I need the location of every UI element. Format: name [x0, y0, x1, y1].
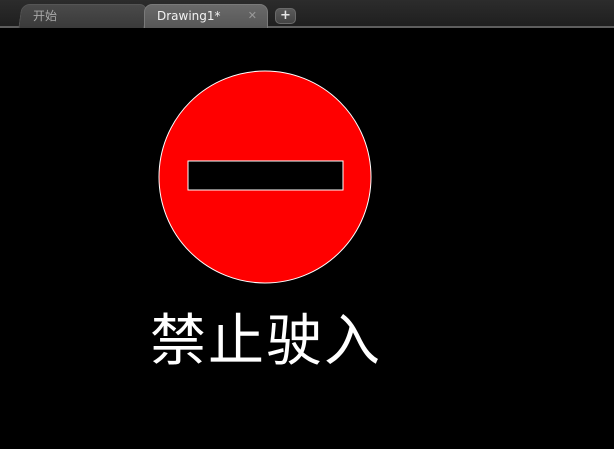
- cad-application-window: 开始 Drawing1* ✕ + 禁止驶入: [0, 0, 614, 449]
- tab-start-label: 开始: [33, 9, 58, 23]
- tab-drawing1-label: Drawing1*: [157, 9, 221, 23]
- plus-icon: +: [280, 8, 291, 23]
- sign-bar: [187, 160, 344, 191]
- tab-drawing1[interactable]: Drawing1* ✕: [144, 4, 268, 28]
- sign-caption: 禁止驶入: [150, 309, 382, 374]
- tab-start[interactable]: 开始: [18, 4, 148, 28]
- no-entry-sign: [158, 70, 372, 284]
- document-tab-bar: 开始 Drawing1* ✕ +: [0, 0, 614, 28]
- close-icon[interactable]: ✕: [248, 5, 257, 27]
- drawing-canvas[interactable]: 禁止驶入: [0, 28, 614, 449]
- new-tab-button[interactable]: +: [275, 8, 296, 24]
